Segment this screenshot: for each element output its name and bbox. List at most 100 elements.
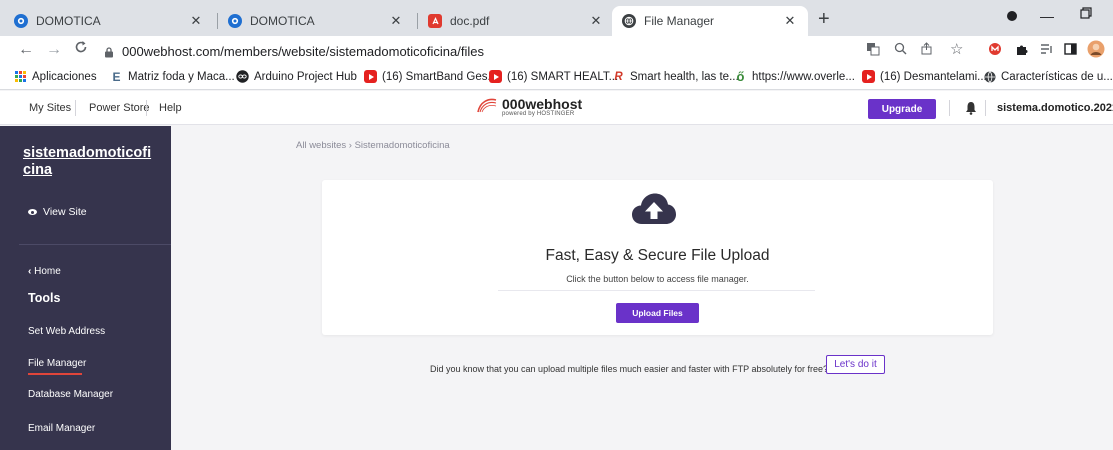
- sidebar-item-file-manager[interactable]: File Manager: [28, 358, 86, 375]
- nav-power-store[interactable]: Power Store: [89, 102, 150, 114]
- cloud-upload-icon: [632, 193, 676, 225]
- extensions-puzzle-icon[interactable]: [1012, 40, 1030, 58]
- view-site-link[interactable]: View Site: [28, 206, 87, 218]
- divider: [985, 100, 986, 116]
- profile-dot-icon[interactable]: [1006, 9, 1018, 25]
- bookmark-star-icon[interactable]: ☆: [950, 40, 963, 58]
- bookmark-label: Matriz foda y Maca...: [128, 70, 235, 83]
- close-tab-icon[interactable]: ✕: [388, 13, 404, 29]
- site-header: My Sites Power Store Help 000webhost pow…: [0, 91, 1113, 125]
- upgrade-button[interactable]: Upgrade: [868, 99, 936, 119]
- sidebar-item-database-manager[interactable]: Database Manager: [28, 389, 113, 400]
- bookmark-item[interactable]: (16) Desmantelami...: [862, 70, 987, 83]
- bookmark-item[interactable]: Arduino Project Hub: [236, 70, 357, 83]
- bookmark-label: https://www.overle...: [752, 70, 855, 83]
- tab-title: DOMOTICA: [250, 14, 315, 28]
- globe-icon: [983, 70, 996, 83]
- bookmark-item[interactable]: E Matriz foda y Maca...: [110, 69, 235, 84]
- minimize-icon[interactable]: —: [1040, 8, 1054, 24]
- bookmark-item[interactable]: ő https://www.overle...: [734, 69, 855, 84]
- browser-tab-active[interactable]: File Manager ✕: [612, 6, 808, 36]
- bookmark-label: Smart health, las te...: [630, 70, 739, 83]
- divider: [75, 100, 76, 116]
- lock-icon: [104, 46, 114, 58]
- home-label: Home: [34, 266, 61, 277]
- browser-tab[interactable]: DOMOTICA ✕: [4, 6, 214, 36]
- arduino-icon: [236, 70, 249, 83]
- url-text: 000webhost.com/members/website/sistemado…: [122, 43, 484, 59]
- overleaf-icon: ő: [736, 69, 745, 84]
- youtube-icon: [489, 70, 502, 83]
- bookmark-item[interactable]: R Smart health, las te...: [612, 70, 739, 83]
- sidebar-item-set-web-address[interactable]: Set Web Address: [28, 326, 105, 337]
- tab-title: DOMOTICA: [36, 14, 101, 28]
- pdf-icon: [428, 14, 442, 28]
- browser-toolbar: ← → 000webhost.com/members/website/siste…: [0, 36, 1113, 66]
- site-name-link[interactable]: sistemadomoticoficina: [23, 145, 153, 179]
- smart-health-icon: R: [614, 70, 623, 83]
- bookmark-item[interactable]: (16) SMART HEALT...: [489, 70, 618, 83]
- bookmarks-bar: Aplicaciones E Matriz foda y Maca... Ard…: [0, 66, 1113, 90]
- sidebar: sistemadomoticoficina View Site ‹ Home T…: [0, 126, 171, 450]
- globe-icon: [622, 14, 636, 28]
- divider: [19, 244, 171, 245]
- share-icon[interactable]: [920, 42, 933, 58]
- domotica-favicon-icon: [14, 14, 28, 28]
- letter-e-icon: E: [112, 69, 121, 84]
- logo-swoosh-icon: [476, 97, 498, 118]
- sidebar-item-email-manager[interactable]: Email Manager: [28, 423, 95, 434]
- extension-red-icon[interactable]: [986, 40, 1004, 58]
- youtube-icon: [862, 70, 875, 83]
- reload-icon[interactable]: [74, 40, 88, 59]
- reading-list-icon[interactable]: [1037, 40, 1055, 58]
- tab-title: doc.pdf: [450, 14, 490, 28]
- site-logo[interactable]: 000webhost powered by HOSTINGER: [476, 97, 582, 118]
- close-tab-icon[interactable]: ✕: [588, 13, 604, 29]
- logo-text: 000webhost: [502, 96, 583, 112]
- nav-help[interactable]: Help: [159, 102, 182, 114]
- profile-avatar-icon[interactable]: [1087, 40, 1105, 58]
- bookmark-label: (16) SMART HEALT...: [507, 70, 619, 83]
- bookmark-item[interactable]: Características de u...: [983, 70, 1113, 83]
- back-arrow-icon[interactable]: ←: [18, 41, 34, 59]
- home-link[interactable]: ‹ Home: [28, 266, 61, 277]
- bookmark-label: (16) SmartBand Ges...: [382, 70, 498, 83]
- tab-title: File Manager: [644, 14, 715, 28]
- browser-tab[interactable]: DOMOTICA ✕: [218, 6, 414, 36]
- bookmark-label: (16) Desmantelami...: [880, 70, 987, 83]
- divider: [146, 100, 147, 116]
- youtube-icon: [364, 70, 377, 83]
- tools-heading: Tools: [28, 291, 61, 305]
- upload-card: Fast, Easy & Secure File Upload Click th…: [322, 180, 993, 335]
- restore-icon[interactable]: [1080, 6, 1092, 22]
- account-name[interactable]: sistema.domotico.2021.ucv: [997, 102, 1113, 114]
- nav-my-sites[interactable]: My Sites: [29, 102, 71, 114]
- forward-arrow-icon[interactable]: →: [46, 41, 62, 59]
- logo-subtext: powered by HOSTINGER: [502, 111, 575, 117]
- address-bar[interactable]: 000webhost.com/members/website/sistemado…: [104, 38, 984, 64]
- lets-do-it-button[interactable]: Let's do it: [826, 355, 885, 374]
- side-panel-icon[interactable]: [1061, 40, 1079, 58]
- chevron-left-icon: ‹: [28, 266, 32, 277]
- breadcrumb[interactable]: All websites › Sistemadomoticoficina: [296, 140, 450, 151]
- bookmark-label: Arduino Project Hub: [254, 70, 357, 83]
- translate-icon[interactable]: [866, 42, 880, 59]
- bookmark-label: Características de u...: [1001, 70, 1113, 83]
- view-site-label: View Site: [43, 206, 87, 218]
- divider: [949, 100, 950, 116]
- bookmark-apps[interactable]: Aplicaciones: [14, 70, 97, 83]
- new-tab-icon[interactable]: +: [818, 9, 830, 29]
- divider: [498, 290, 815, 291]
- upload-files-button[interactable]: Upload Files: [616, 303, 699, 323]
- apps-grid-icon: [14, 70, 27, 83]
- browser-tab[interactable]: doc.pdf ✕: [418, 6, 614, 36]
- domotica-favicon-icon: [228, 14, 242, 28]
- eye-icon: [28, 209, 37, 215]
- zoom-icon[interactable]: [894, 42, 907, 58]
- close-tab-icon[interactable]: ✕: [782, 13, 798, 29]
- bookmark-label: Aplicaciones: [32, 70, 97, 83]
- card-title: Fast, Easy & Secure File Upload: [545, 247, 770, 264]
- bookmark-item[interactable]: (16) SmartBand Ges...: [364, 70, 497, 83]
- bell-icon[interactable]: [965, 101, 977, 115]
- close-tab-icon[interactable]: ✕: [188, 13, 204, 29]
